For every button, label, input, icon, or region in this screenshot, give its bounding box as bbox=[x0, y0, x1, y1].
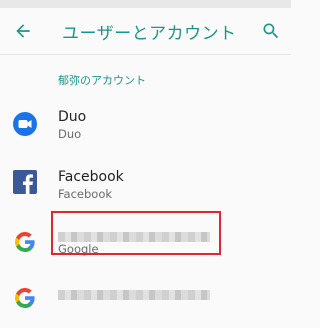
redacted-account-name bbox=[58, 290, 210, 300]
app-bar: ユーザーとアカウント bbox=[0, 8, 291, 54]
section-header: 郁弥のアカウント bbox=[58, 74, 146, 87]
account-row-google-2[interactable] bbox=[0, 276, 291, 328]
back-button[interactable] bbox=[10, 18, 36, 44]
search-icon bbox=[263, 23, 279, 39]
account-name: Duo bbox=[58, 109, 87, 125]
account-type: Facebook bbox=[58, 187, 113, 201]
search-button[interactable] bbox=[258, 18, 284, 44]
duo-icon bbox=[13, 112, 37, 136]
arrow-left-icon bbox=[16, 24, 30, 38]
highlight-box bbox=[51, 211, 221, 255]
account-row-duo[interactable]: Duo Duo bbox=[0, 98, 291, 150]
account-name: Facebook bbox=[58, 169, 124, 185]
facebook-icon bbox=[13, 170, 37, 194]
app-bar-divider bbox=[0, 54, 291, 55]
account-row-facebook[interactable]: Facebook Facebook bbox=[0, 158, 291, 210]
page-title: ユーザーとアカウント bbox=[62, 24, 237, 44]
account-type: Duo bbox=[58, 127, 82, 141]
google-icon bbox=[13, 286, 37, 310]
google-icon bbox=[13, 230, 37, 254]
status-bar bbox=[0, 0, 291, 8]
